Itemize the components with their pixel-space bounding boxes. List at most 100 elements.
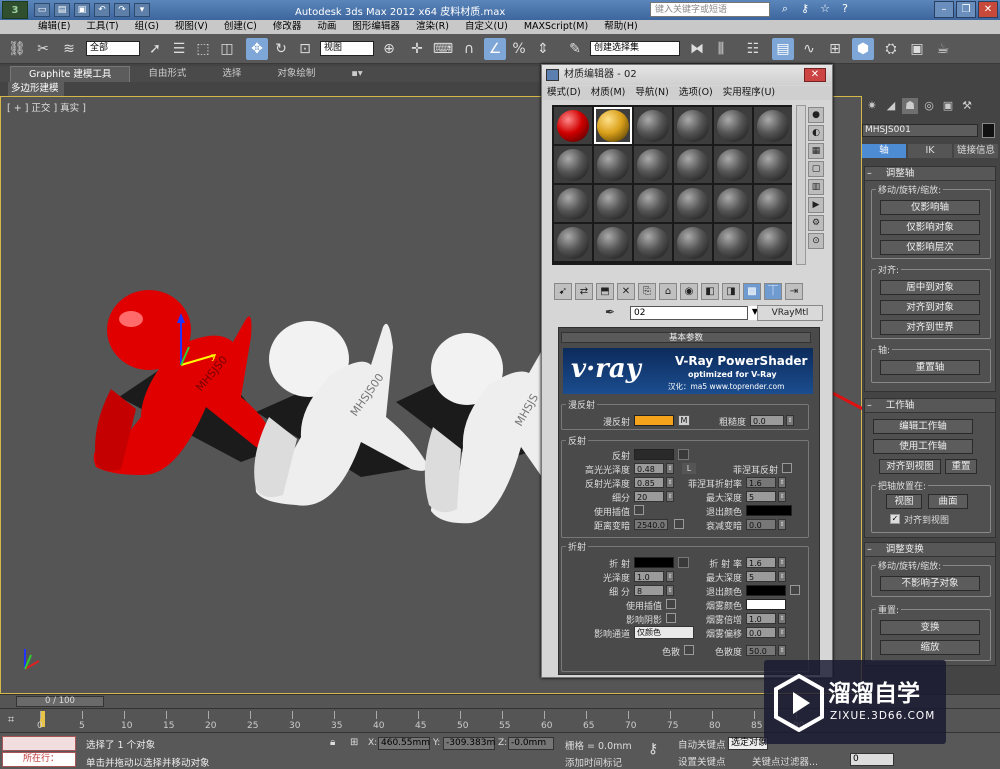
- refl-max-depth-arrows[interactable]: ⇕: [778, 491, 786, 502]
- refl-gloss-arrows[interactable]: ⇕: [666, 477, 674, 488]
- dim-falloff-arrows[interactable]: ⇕: [778, 519, 786, 530]
- background-icon[interactable]: ▦: [808, 143, 824, 159]
- show-in-viewport-icon[interactable]: ▩: [743, 283, 761, 300]
- menu-create[interactable]: 创建(C): [216, 20, 265, 34]
- menu-edit[interactable]: 编辑(E): [30, 20, 78, 34]
- menu-customize[interactable]: 自定义(U): [457, 20, 516, 34]
- sample-slot[interactable]: [714, 146, 752, 183]
- get-material-icon[interactable]: ➹: [554, 283, 572, 300]
- affect-channels-dropdown[interactable]: 仅颜色: [634, 626, 694, 639]
- sample-slots-scrollbar[interactable]: [796, 105, 806, 265]
- layer-manager-icon[interactable]: ☷: [742, 38, 764, 60]
- sample-slot[interactable]: [634, 224, 672, 261]
- star-icon[interactable]: ☆: [818, 2, 832, 16]
- bind-spacewarp-icon[interactable]: ≋: [58, 38, 80, 60]
- put-to-scene-icon[interactable]: ⇄: [575, 283, 593, 300]
- x-coord-field[interactable]: 460.55mm: [378, 737, 430, 750]
- go-to-parent-icon[interactable]: ⏉: [764, 283, 782, 300]
- put-to-library-icon[interactable]: ⌂: [659, 283, 677, 300]
- affect-hierarchy-only-button[interactable]: 仅影响层次: [880, 240, 980, 255]
- modify-tab-icon[interactable]: ◢: [883, 98, 899, 114]
- abbe-arrows[interactable]: ⇕: [778, 645, 786, 656]
- refl-max-depth-spinner[interactable]: 5: [746, 491, 776, 502]
- menu-animation[interactable]: 动画: [309, 20, 344, 34]
- reset-working-pivot-button[interactable]: 重置: [945, 459, 977, 474]
- place-view-button[interactable]: 视图: [886, 494, 922, 509]
- ribbon-subtab-poly-modeling[interactable]: 多边形建模: [8, 82, 64, 96]
- select-by-name-icon[interactable]: ☰: [168, 38, 190, 60]
- ior-spinner[interactable]: 1.6: [746, 557, 776, 568]
- key-selection-dropdown[interactable]: 选定对象: [728, 737, 768, 750]
- tab-object-paint[interactable]: 对象绘制: [259, 66, 333, 82]
- material-type-button[interactable]: VRayMtl: [757, 305, 823, 321]
- refl-subdivs-spinner[interactable]: 20: [634, 491, 664, 502]
- manipulate-icon[interactable]: ✛: [406, 38, 428, 60]
- render-setup-icon[interactable]: ⛭: [880, 38, 902, 60]
- refr-use-interp-checkbox[interactable]: [666, 599, 676, 609]
- backlight-icon[interactable]: ◐: [808, 125, 824, 141]
- object-color-swatch[interactable]: [982, 123, 995, 138]
- refl-use-interp-checkbox[interactable]: [634, 505, 644, 515]
- named-selection-dropdown[interactable]: 创建选择集: [590, 41, 680, 56]
- sample-slot-selected[interactable]: [594, 107, 632, 144]
- sample-slot[interactable]: [554, 146, 592, 183]
- refr-max-depth-arrows[interactable]: ⇕: [778, 571, 786, 582]
- sample-slot[interactable]: [554, 107, 592, 144]
- ior-arrows[interactable]: ⇕: [778, 557, 786, 568]
- sample-slot[interactable]: [634, 146, 672, 183]
- render-production-icon[interactable]: ☕: [932, 38, 954, 60]
- fog-bias-arrows[interactable]: ⇕: [778, 627, 786, 638]
- me-menu-material[interactable]: 材质(M): [586, 86, 631, 100]
- center-to-object-button[interactable]: 居中到对象: [880, 280, 980, 295]
- mirror-icon[interactable]: ⧓: [686, 38, 708, 60]
- sample-slot[interactable]: [554, 224, 592, 261]
- fog-mult-spinner[interactable]: 1.0: [746, 613, 776, 624]
- create-tab-icon[interactable]: ✷: [864, 98, 880, 114]
- sample-slot[interactable]: [714, 107, 752, 144]
- edit-working-pivot-button[interactable]: 编辑工作轴: [873, 419, 973, 434]
- tab-link-info[interactable]: 链接信息: [954, 144, 998, 158]
- material-editor-close-button[interactable]: ✕: [804, 68, 826, 82]
- current-frame-field[interactable]: 0: [850, 753, 894, 766]
- curve-editor-icon[interactable]: ∿: [798, 38, 820, 60]
- reset-transform-button[interactable]: 变换: [880, 620, 980, 635]
- options-icon[interactable]: ⚙: [808, 215, 824, 231]
- diffuse-color-swatch[interactable]: [634, 415, 674, 426]
- tab-selection[interactable]: 选择: [204, 66, 259, 82]
- material-id-icon[interactable]: ◉: [680, 283, 698, 300]
- align-to-world-button[interactable]: 对齐到世界: [880, 320, 980, 335]
- sample-slot[interactable]: [674, 224, 712, 261]
- link-icon[interactable]: ⛓: [6, 38, 28, 60]
- motion-tab-icon[interactable]: ◎: [921, 98, 937, 114]
- hilight-gloss-arrows[interactable]: ⇕: [666, 463, 674, 474]
- select-rotate-icon[interactable]: ↻: [270, 38, 292, 60]
- refr-subdivs-spinner[interactable]: 8: [634, 585, 664, 596]
- menu-tools[interactable]: 工具(T): [78, 20, 126, 34]
- new-file-icon[interactable]: ▭: [34, 3, 50, 17]
- menu-graph-editors[interactable]: 图形编辑器: [344, 20, 408, 34]
- sample-slot[interactable]: [714, 185, 752, 222]
- place-surface-button[interactable]: 曲面: [928, 494, 968, 509]
- material-editor-title[interactable]: 材质编辑器 - 02: [542, 65, 832, 85]
- maxscript-listener-top[interactable]: [2, 736, 76, 751]
- reflect-color-swatch[interactable]: [634, 449, 674, 460]
- refl-gloss-spinner[interactable]: 0.85: [634, 477, 664, 488]
- undo-icon[interactable]: ↶: [94, 3, 110, 17]
- fog-bias-spinner[interactable]: 0.0: [746, 627, 776, 638]
- tab-ik[interactable]: IK: [908, 144, 952, 158]
- abbe-spinner[interactable]: 50.0: [746, 645, 776, 656]
- sample-slot[interactable]: [594, 185, 632, 222]
- hold-icon[interactable]: ▾: [134, 3, 150, 17]
- show-map-icon[interactable]: ◧: [701, 283, 719, 300]
- snaps-toggle-icon[interactable]: ∩: [458, 38, 480, 60]
- save-file-icon[interactable]: ▣: [74, 3, 90, 17]
- sample-slot[interactable]: [714, 224, 752, 261]
- menu-views[interactable]: 视图(V): [167, 20, 216, 34]
- window-crossing-icon[interactable]: ◫: [216, 38, 238, 60]
- me-menu-utilities[interactable]: 实用程序(U): [718, 86, 780, 100]
- restore-button[interactable]: ❐: [956, 1, 976, 18]
- pivot-center-icon[interactable]: ⊕: [378, 38, 400, 60]
- uv-tiling-icon[interactable]: ▢: [808, 161, 824, 177]
- affect-pivot-only-button[interactable]: 仅影响轴: [880, 200, 980, 215]
- fresnel-checkbox[interactable]: [782, 463, 792, 473]
